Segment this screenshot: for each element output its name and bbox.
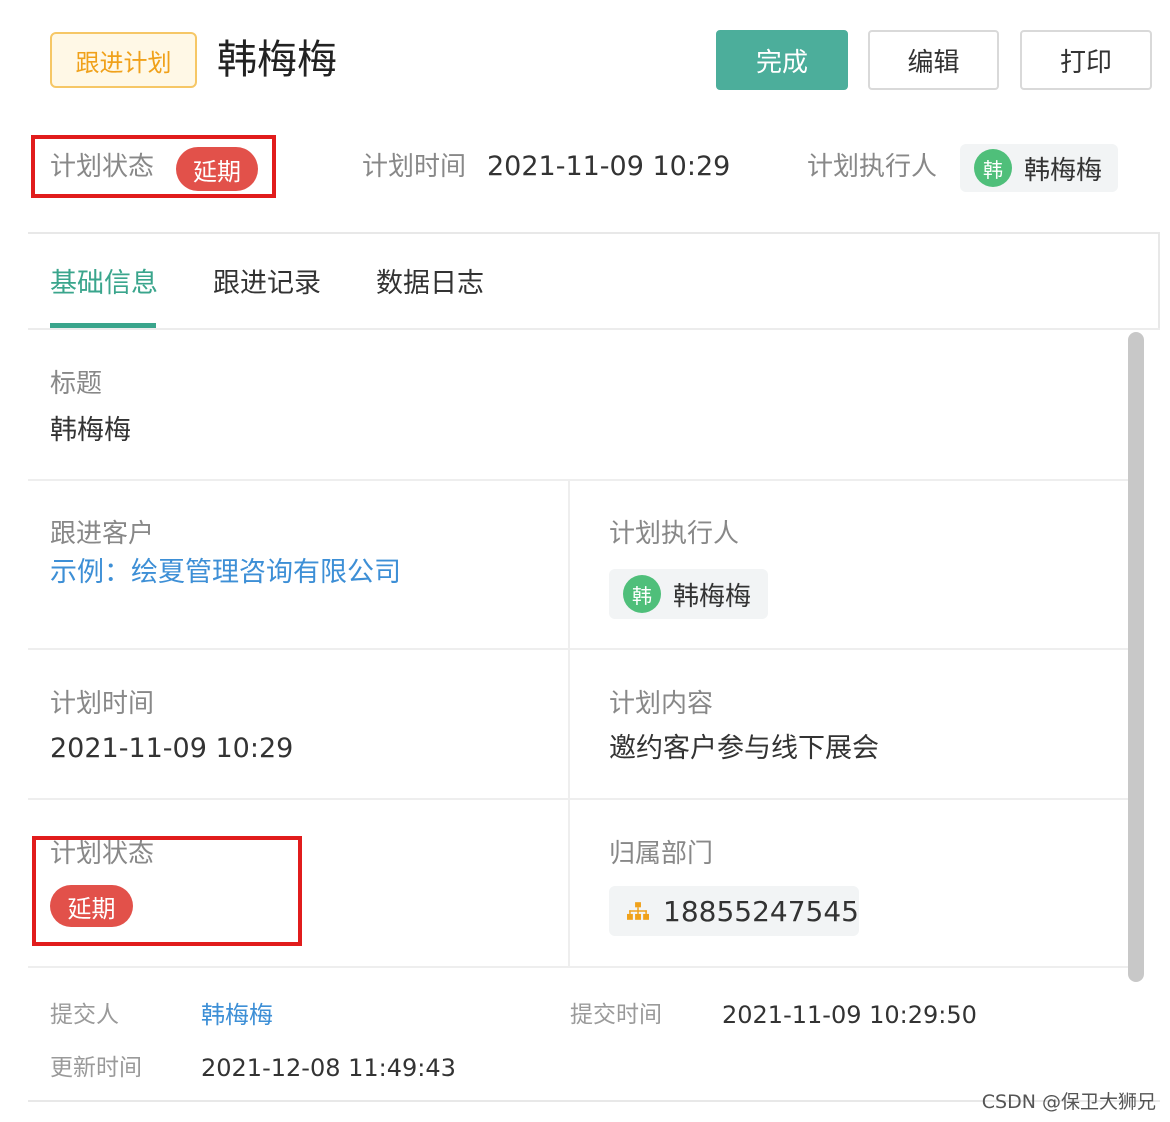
summary-executor-chip[interactable]: 韩 韩梅梅 <box>960 144 1118 192</box>
summary-status-badge: 延期 <box>176 147 258 191</box>
tab-data-log[interactable]: 数据日志 <box>376 264 484 304</box>
submitter-label: 提交人 <box>50 1002 119 1028</box>
dept-chip[interactable]: 18855247545 <box>609 886 859 936</box>
update-time-value: 2021-12-08 11:49:43 <box>201 1054 456 1082</box>
submit-time-value: 2021-11-09 10:29:50 <box>722 1001 977 1029</box>
tab-divider <box>28 328 1160 330</box>
field-title-label: 标题 <box>50 369 103 399</box>
print-button[interactable]: 打印 <box>1020 30 1152 90</box>
complete-button[interactable]: 完成 <box>716 30 848 90</box>
field-dept-label: 归属部门 <box>609 839 714 869</box>
edit-button[interactable]: 编辑 <box>868 30 999 90</box>
divider <box>28 798 1128 800</box>
field-status-badge: 延期 <box>50 885 133 927</box>
field-title-value: 韩梅梅 <box>50 415 131 446</box>
field-content-label: 计划内容 <box>609 689 714 719</box>
submitter-link[interactable]: 韩梅梅 <box>201 999 273 1031</box>
column-divider <box>568 481 570 966</box>
divider <box>28 648 1128 650</box>
record-type-tag: 跟进计划 <box>50 32 197 88</box>
submit-time-label: 提交时间 <box>570 1002 662 1028</box>
summary-executor-label: 计划执行人 <box>807 152 938 182</box>
field-status-label: 计划状态 <box>50 839 155 869</box>
watermark: CSDN @保卫大狮兄 <box>981 1091 1156 1113</box>
customer-link[interactable]: 示例：绘夏管理咨询有限公司 <box>50 555 401 591</box>
summary-time-value: 2021-11-09 10:29 <box>487 151 731 182</box>
header: 跟进计划 韩梅梅 完成 编辑 打印 <box>0 0 1170 120</box>
summary-executor-name: 韩梅梅 <box>1024 155 1103 186</box>
avatar: 韩 <box>623 575 661 613</box>
executor-name: 韩梅梅 <box>673 581 752 612</box>
detail-panel <box>28 232 1160 1102</box>
divider <box>28 479 1128 481</box>
field-time-value: 2021-11-09 10:29 <box>50 733 294 764</box>
avatar: 韩 <box>974 149 1012 187</box>
summary-time-label: 计划时间 <box>362 152 467 182</box>
field-executor-label: 计划执行人 <box>609 519 740 549</box>
summary-status-label: 计划状态 <box>50 152 155 182</box>
tab-basic-info[interactable]: 基础信息 <box>50 264 158 304</box>
org-tree-icon <box>627 902 650 920</box>
panel-border <box>1158 232 1160 329</box>
field-customer-label: 跟进客户 <box>50 519 155 549</box>
executor-chip[interactable]: 韩 韩梅梅 <box>609 569 768 619</box>
field-content-value: 邀约客户参与线下展会 <box>609 733 879 764</box>
record-title: 韩梅梅 <box>217 37 337 83</box>
update-time-label: 更新时间 <box>50 1055 142 1081</box>
dept-value: 18855247545 <box>663 894 859 928</box>
tab-follow-up-records[interactable]: 跟进记录 <box>213 264 321 304</box>
field-time-label: 计划时间 <box>50 689 155 719</box>
scrollbar-thumb[interactable] <box>1128 332 1144 982</box>
divider <box>28 966 1128 968</box>
